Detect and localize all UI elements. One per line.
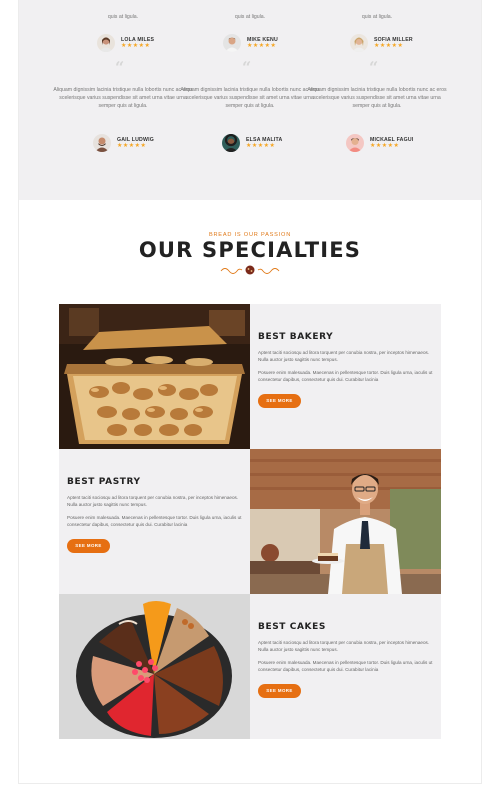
- rating-stars: ★★★★★: [247, 42, 277, 49]
- specialty-title: BEST BAKERY: [258, 332, 334, 342]
- rating-stars: ★★★★★: [370, 142, 400, 149]
- bakery-image: [59, 304, 250, 449]
- specialty-title: BEST CAKES: [258, 622, 326, 632]
- testimonial-text-tail: quis at ligula.: [234, 14, 266, 20]
- reviewer-name: ELSA MALITA: [246, 136, 283, 143]
- rating-stars: ★★★★★: [374, 42, 404, 49]
- specialty-card-bakery: BEST BAKERY Aptent taciti sociosqu ad li…: [250, 304, 441, 449]
- avatar: [346, 134, 364, 152]
- specialty-text: Aptent taciti sociosqu ad litora torquen…: [258, 350, 430, 363]
- specialty-text: Aptent taciti sociosqu ad litora torquen…: [258, 640, 430, 653]
- see-more-button[interactable]: SEE MORE: [258, 393, 301, 408]
- rating-stars: ★★★★★: [117, 142, 147, 149]
- reviewer: LOLA MILES ★★★★★: [97, 34, 154, 52]
- specialty-card-pastry: BEST PASTRY Aptent taciti sociosqu ad li…: [59, 449, 250, 594]
- specialty-text: Aptent taciti sociosqu ad litora torquen…: [67, 495, 239, 508]
- avatar: [93, 134, 111, 152]
- ornament-icon: [220, 265, 280, 275]
- pastry-chef-image: [250, 449, 441, 594]
- reviewer: SOFIA MILLER ★★★★★: [350, 34, 413, 52]
- see-more-button[interactable]: SEE MORE: [258, 683, 301, 698]
- reviewer-name: MICKAEL FAGUI: [370, 136, 414, 143]
- reviewer: ELSA MALITA ★★★★★: [222, 134, 283, 152]
- testimonials-section: quis at ligula. quis at ligula. quis at …: [19, 0, 481, 200]
- page-frame: quis at ligula. quis at ligula. quis at …: [18, 0, 482, 784]
- cakes-image: [59, 594, 250, 739]
- quote-icon: “: [369, 58, 379, 77]
- testimonial-text: Aliquam dignissim lacinia tristique null…: [307, 87, 447, 110]
- section-divider-wave: [19, 178, 481, 198]
- rating-stars: ★★★★★: [246, 142, 276, 149]
- reviewer: GAIL LUDWIG ★★★★★: [93, 134, 154, 152]
- reviewer-name: MIKE KENU: [247, 36, 278, 43]
- reviewer-name: LOLA MILES: [121, 36, 155, 43]
- specialty-text: Posuere enim malesuada. Maecenas in pell…: [258, 659, 433, 673]
- reviewer: MICKAEL FAGUI ★★★★★: [346, 134, 413, 152]
- avatar: [350, 34, 368, 52]
- specialties-grid: BEST BAKERY Aptent taciti sociosqu ad li…: [59, 304, 441, 739]
- testimonial-text: Aliquam dignissim lacinia tristique null…: [53, 87, 193, 110]
- avatar: [97, 34, 115, 52]
- specialty-card-cakes: BEST CAKES Aptent taciti sociosqu ad lit…: [250, 594, 441, 739]
- specialty-title: BEST PASTRY: [67, 477, 141, 487]
- quote-icon: “: [242, 58, 252, 77]
- see-more-button[interactable]: SEE MORE: [67, 538, 110, 553]
- testimonial-text-tail: quis at ligula.: [107, 14, 139, 20]
- quote-icon: “: [115, 58, 125, 77]
- avatar: [222, 134, 240, 152]
- section-title: OUR SPECIALTIES: [138, 238, 362, 262]
- specialty-text: Posuere enim malesuada. Maecenas in pell…: [67, 514, 242, 528]
- specialty-text: Posuere enim malesuada. Maecenas in pell…: [258, 369, 433, 383]
- reviewer: MIKE KENU ★★★★★: [223, 34, 278, 52]
- rating-stars: ★★★★★: [121, 42, 151, 49]
- testimonial-text-tail: quis at ligula.: [361, 14, 393, 20]
- testimonial-text: Aliquam dignissim lacinia tristique null…: [180, 87, 320, 110]
- reviewer-name: SOFIA MILLER: [374, 36, 413, 43]
- avatar: [223, 34, 241, 52]
- reviewer-name: GAIL LUDWIG: [117, 136, 154, 143]
